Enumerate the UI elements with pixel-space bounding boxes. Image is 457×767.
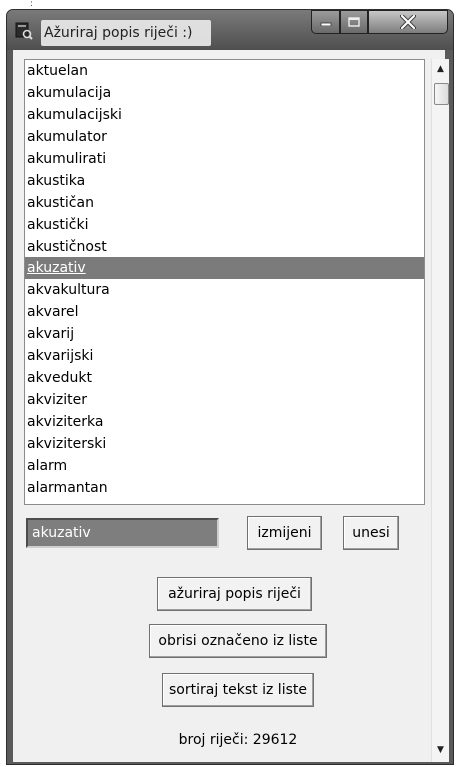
- list-item[interactable]: akvarel: [25, 301, 424, 323]
- list-item[interactable]: akumulator: [25, 126, 424, 148]
- list-item[interactable]: alarmantan: [25, 477, 424, 499]
- word-count-label: broj riječi: 29612: [178, 732, 298, 748]
- top-edge-mark: :: [30, 0, 34, 9]
- list-item[interactable]: akustičan: [25, 192, 424, 214]
- word-listbox[interactable]: aktuelan akumulacija akumulacijski akumulat…: [24, 59, 425, 505]
- scroll-thumb[interactable]: [434, 83, 449, 105]
- app-window: Ažuriraj popis riječi :) aktuelan akumula…: [6, 9, 454, 765]
- list-item[interactable]: akustika: [25, 170, 424, 192]
- list-item[interactable]: akustičnost: [25, 236, 424, 258]
- title-bar[interactable]: Ažuriraj popis riječi :): [7, 10, 453, 50]
- list-item[interactable]: akvedukt: [25, 367, 424, 389]
- app-icon: [15, 22, 33, 40]
- list-item[interactable]: akvarijski: [25, 345, 424, 367]
- word-entry-field[interactable]: [26, 518, 219, 548]
- list-item[interactable]: akvarij: [25, 323, 424, 345]
- list-item[interactable]: akviziter: [25, 389, 424, 411]
- list-item[interactable]: akvakultura: [25, 279, 424, 301]
- list-item[interactable]: akviziterka: [25, 411, 424, 433]
- close-button[interactable]: [368, 10, 448, 34]
- unesi-button[interactable]: unesi: [343, 516, 399, 550]
- list-item[interactable]: akumulacija: [25, 82, 424, 104]
- list-item[interactable]: akumulacijski: [25, 104, 424, 126]
- list-item[interactable]: akustički: [25, 214, 424, 236]
- list-item[interactable]: akviziterski: [25, 433, 424, 455]
- list-item[interactable]: aktuelan: [25, 60, 424, 82]
- list-item[interactable]: akumulirati: [25, 148, 424, 170]
- sort-list-button[interactable]: sortiraj tekst iz liste: [162, 673, 314, 707]
- delete-selected-button[interactable]: obrisi označeno iz liste: [149, 624, 327, 658]
- scroll-down-arrow-icon[interactable]: ▼: [432, 744, 449, 756]
- window-client-area: aktuelan akumulacija akumulacijski akumulat…: [13, 50, 449, 762]
- window-title: Ažuriraj popis riječi :): [41, 20, 211, 46]
- update-word-list-button[interactable]: ažuriraj popis riječi: [157, 577, 312, 611]
- close-icon: [400, 15, 416, 29]
- list-item[interactable]: akuzativ: [25, 257, 424, 280]
- maximize-button[interactable]: [340, 10, 368, 34]
- minimize-button[interactable]: [311, 10, 340, 34]
- scroll-up-arrow-icon[interactable]: ▲: [432, 63, 449, 75]
- maximize-icon: [348, 17, 360, 27]
- list-item[interactable]: alarm: [25, 455, 424, 477]
- vertical-scrollbar[interactable]: ▲ ▼: [431, 59, 449, 762]
- minimize-icon: [320, 22, 331, 26]
- izmijeni-button[interactable]: izmijeni: [247, 516, 322, 550]
